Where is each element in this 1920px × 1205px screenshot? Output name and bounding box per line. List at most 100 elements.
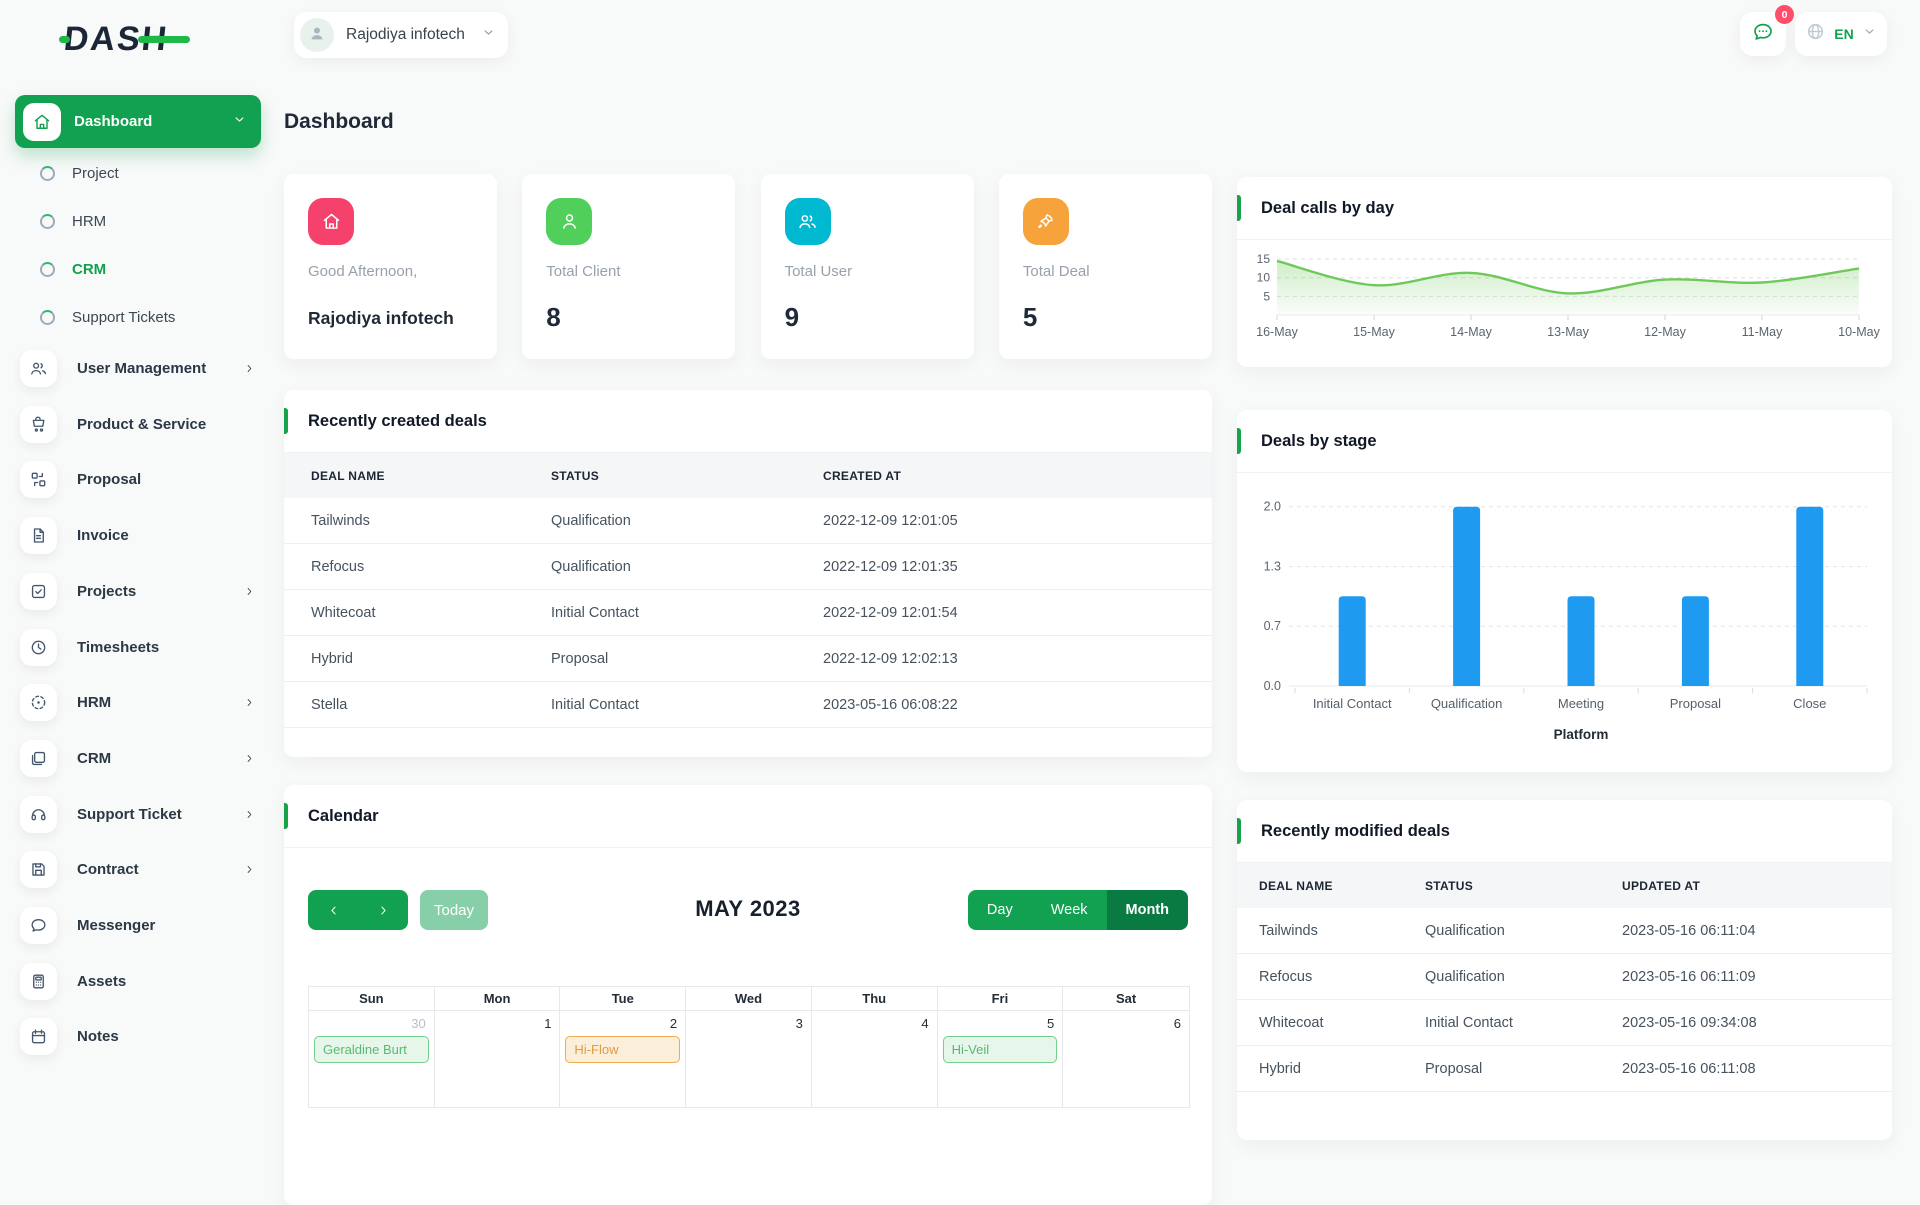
sidebar-item-crm[interactable]: CRM: [0, 730, 280, 786]
stat-card-good-afternoon: Good Afternoon, Rajodiya infotech: [284, 174, 497, 359]
deals-by-stage-title: Deals by stage: [1261, 431, 1377, 450]
messages-button[interactable]: 0: [1740, 5, 1794, 56]
calendar-event[interactable]: Geraldine Burt: [314, 1036, 429, 1063]
table-row[interactable]: Stella Initial Contact 2023-05-16 06:08:22: [284, 682, 1212, 728]
rocket-icon: [1022, 198, 1069, 245]
calendar-event[interactable]: Hi-Veil: [942, 1036, 1058, 1063]
chevron-right-icon: [243, 752, 256, 765]
accent-bar: [284, 803, 288, 829]
table-cell: Initial Contact: [1425, 1014, 1513, 1031]
cards-icon: [20, 739, 57, 777]
calendar-day-cell[interactable]: 30 Geraldine Burt: [309, 1011, 435, 1107]
svg-text:Qualification: Qualification: [1431, 696, 1503, 711]
svg-text:0.0: 0.0: [1264, 679, 1281, 693]
floppy-icon: [20, 850, 57, 888]
calendar-view-week-button[interactable]: Week: [1031, 890, 1107, 930]
calendar-grid: Sun Mon Tue Wed Thu Fri Sat 30 Geraldine Burt 1 2…: [308, 986, 1190, 1108]
stat-card-value: Rajodiya infotech: [308, 308, 454, 328]
language-selector[interactable]: EN: [1795, 12, 1887, 56]
calendar-view-month-button[interactable]: Month: [1106, 890, 1188, 930]
calendar-day-cell[interactable]: 3: [686, 1011, 812, 1107]
logo-bar-accent: [138, 36, 190, 43]
panel-header: Deal calls by day: [1237, 177, 1892, 240]
recently-created-deals-title: Recently created deals: [308, 411, 487, 430]
accent-bar: [1237, 818, 1241, 844]
svg-text:Initial Contact: Initial Contact: [1313, 696, 1392, 711]
bullet-ring-icon: [40, 213, 55, 229]
user-icon: [546, 198, 593, 245]
chevron-right-icon: [243, 863, 256, 876]
sidebar-item-support-ticket[interactable]: Support Ticket: [0, 786, 280, 842]
sidebar-item-user-management[interactable]: User Management: [0, 340, 280, 396]
sidebar-subitem-project[interactable]: Project: [0, 149, 300, 197]
sidebar-item-label: Timesheets: [77, 638, 160, 656]
sidebar-item-notes[interactable]: Notes: [0, 1008, 280, 1064]
calendar-day-cell[interactable]: 2 Hi-Flow: [560, 1011, 687, 1107]
sidebar-item-product-service[interactable]: Product & Service: [0, 396, 280, 452]
stat-card-value: 9: [784, 302, 800, 332]
table-cell: Qualification: [551, 558, 631, 575]
sidebar-item-timesheets[interactable]: Timesheets: [0, 619, 280, 675]
calendar-view-day-button[interactable]: Day: [967, 890, 1032, 930]
company-selector[interactable]: Rajodiya infotech: [294, 12, 508, 58]
users-icon: [784, 198, 831, 245]
calendar-day-cell[interactable]: 6: [1063, 1011, 1189, 1107]
page-title: Dashboard: [284, 110, 394, 134]
table-row[interactable]: Whitecoat Initial Contact 2022-12-09 12:01…: [284, 590, 1212, 636]
chevron-down-icon: [481, 25, 496, 45]
calendar-event[interactable]: Hi-Flow: [565, 1036, 681, 1063]
accent-bar: [284, 408, 288, 434]
sidebar-item-hrm[interactable]: HRM: [0, 674, 280, 730]
sidebar-item-assets[interactable]: Assets: [0, 953, 280, 1009]
sidebar-item-invoice[interactable]: Invoice: [0, 507, 280, 563]
calendar-day-cell[interactable]: 1: [435, 1011, 561, 1107]
table-cell: Initial Contact: [551, 696, 639, 713]
sidebar-item-label: Notes: [77, 1027, 119, 1045]
svg-text:14-May: 14-May: [1450, 325, 1492, 339]
calendar-day-number: 30: [411, 1016, 426, 1031]
sidebar-item-projects[interactable]: Projects: [0, 563, 280, 619]
svg-text:2.0: 2.0: [1264, 500, 1281, 514]
calendar-day-header: Tue: [560, 987, 687, 1011]
sidebar-item-label: Assets: [77, 972, 127, 990]
calendar-day-cell[interactable]: 4: [812, 1011, 938, 1107]
sidebar-item-proposal[interactable]: Proposal: [0, 451, 280, 507]
recently-modified-deals-title: Recently modified deals: [1261, 821, 1450, 840]
table-header-row: DEAL NAME STATUS UPDATED AT: [1237, 863, 1892, 908]
target-icon: [20, 683, 57, 721]
table-cell: 2022-12-09 12:01:05: [823, 512, 958, 529]
language-code: EN: [1834, 26, 1854, 42]
table-row[interactable]: Refocus Qualification 2023-05-16 06:11:09: [1237, 954, 1892, 1000]
table-cell: 2022-12-09 12:01:35: [823, 558, 958, 575]
stat-card-total-client: Total Client 8: [522, 174, 736, 359]
calendar-toolbar: Today MAY 2023 Day Week Month: [308, 890, 1188, 930]
sidebar-item-dashboard-active[interactable]: Dashboard: [15, 95, 261, 148]
bullet-ring-icon: [40, 309, 55, 325]
chevron-right-icon: [243, 585, 256, 598]
table-cell: Proposal: [551, 650, 609, 667]
recently-modified-deals-panel: Recently modified deals DEAL NAME STATUS U…: [1237, 800, 1892, 1140]
table-row[interactable]: Refocus Qualification 2022-12-09 12:01:35: [284, 544, 1212, 590]
app-logo[interactable]: DASH: [59, 16, 194, 62]
sidebar-subitem-crm[interactable]: CRM: [0, 245, 300, 293]
svg-text:15: 15: [1257, 252, 1271, 266]
sidebar-item-messenger[interactable]: Messenger: [0, 897, 280, 953]
table-row[interactable]: Whitecoat Initial Contact 2023-05-16 09:34…: [1237, 1000, 1892, 1046]
recently-created-deals-panel: Recently created deals DEAL NAME STATUS CR…: [284, 390, 1212, 757]
table-row[interactable]: Hybrid Proposal 2022-12-09 12:02:13: [284, 636, 1212, 682]
stat-card-value: 8: [546, 302, 561, 332]
sidebar-subitem-hrm[interactable]: HRM: [0, 197, 300, 245]
table-row[interactable]: Tailwinds Qualification 2023-05-16 06:11:0…: [1237, 908, 1892, 954]
table-row[interactable]: Hybrid Proposal 2023-05-16 06:11:08: [1237, 1046, 1892, 1092]
table-header-row: DEAL NAME STATUS CREATED AT: [284, 453, 1212, 498]
sidebar-item-label: CRM: [77, 749, 112, 767]
sidebar-subitem-support-tickets[interactable]: Support Tickets: [0, 293, 300, 341]
table-cell: 2022-12-09 12:01:54: [823, 604, 958, 621]
table-row[interactable]: Tailwinds Qualification 2022-12-09 12:01:0…: [284, 498, 1212, 544]
sidebar-item-contract[interactable]: Contract: [0, 841, 280, 897]
calendar-day-number: 1: [544, 1016, 552, 1031]
calendar-day-cell[interactable]: 5 Hi-Veil: [938, 1011, 1064, 1107]
panel-header: Recently created deals: [284, 390, 1212, 453]
table-cell: Whitecoat: [311, 604, 376, 621]
panel-header: Calendar: [284, 785, 1212, 848]
